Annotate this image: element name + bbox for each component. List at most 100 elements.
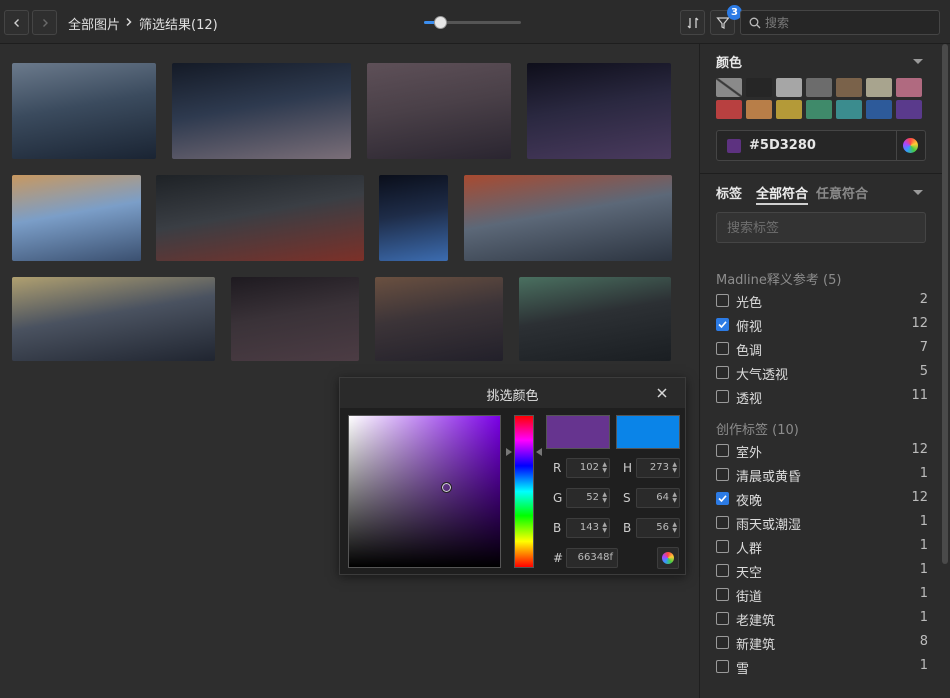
collapse-caret-icon[interactable] bbox=[913, 190, 923, 195]
red-input[interactable]: 102 ▲ ▼ bbox=[566, 458, 610, 478]
tag-label: 老建筑 bbox=[736, 614, 776, 629]
stepper-icon[interactable]: ▲ ▼ bbox=[672, 462, 677, 474]
tag-checkbox[interactable] bbox=[716, 564, 729, 577]
search-box[interactable] bbox=[740, 10, 940, 35]
tag-checkbox[interactable] bbox=[716, 318, 729, 331]
stepper-icon[interactable]: ▲ ▼ bbox=[602, 522, 607, 534]
tag-mode-all[interactable]: 全部符合 bbox=[756, 183, 809, 205]
color-wheel-icon[interactable] bbox=[903, 138, 918, 153]
hue-marker-right[interactable] bbox=[536, 448, 542, 456]
tag-checkbox[interactable] bbox=[716, 294, 729, 307]
gallery-image[interactable] bbox=[464, 175, 672, 261]
chevron-left-icon bbox=[13, 18, 19, 27]
tag-row[interactable]: 天空 1 bbox=[716, 561, 928, 581]
tag-search-input[interactable] bbox=[727, 220, 917, 237]
gallery-image[interactable] bbox=[379, 175, 448, 261]
color-swatch[interactable] bbox=[776, 78, 802, 97]
tag-row[interactable]: 透视 11 bbox=[716, 387, 928, 407]
back-button[interactable] bbox=[4, 10, 29, 35]
tag-checkbox[interactable] bbox=[716, 468, 729, 481]
hue-slider[interactable] bbox=[514, 415, 534, 568]
gallery-image[interactable] bbox=[519, 277, 671, 361]
breadcrumb-root[interactable]: 全部图片 bbox=[68, 14, 120, 33]
forward-button[interactable] bbox=[32, 10, 57, 35]
stepper-icon[interactable]: ▲ ▼ bbox=[672, 522, 677, 534]
tag-row[interactable]: 新建筑 8 bbox=[716, 633, 928, 653]
tag-row[interactable]: 清晨或黄昏 1 bbox=[716, 465, 928, 485]
green-input[interactable]: 52 ▲ ▼ bbox=[566, 488, 610, 508]
color-swatch[interactable] bbox=[716, 100, 742, 119]
gallery-image[interactable] bbox=[231, 277, 359, 361]
saturation-value-area[interactable] bbox=[348, 415, 501, 568]
blue-input[interactable]: 143 ▲ ▼ bbox=[566, 518, 610, 538]
original-color-preview[interactable] bbox=[616, 415, 680, 449]
tag-checkbox[interactable] bbox=[716, 612, 729, 625]
tag-row[interactable]: 街道 1 bbox=[716, 585, 928, 605]
gallery-image[interactable] bbox=[12, 63, 156, 159]
gallery-image[interactable] bbox=[375, 277, 503, 361]
stepper-icon[interactable]: ▲ ▼ bbox=[602, 462, 607, 474]
gallery-image[interactable] bbox=[172, 63, 351, 159]
color-swatch[interactable] bbox=[866, 78, 892, 97]
sidebar-scrollbar[interactable] bbox=[942, 44, 948, 564]
tag-row[interactable]: 大气透视 5 bbox=[716, 363, 928, 383]
collapse-caret-icon[interactable] bbox=[913, 59, 923, 64]
hue-input[interactable]: 273 ▲ ▼ bbox=[636, 458, 680, 478]
gallery-image[interactable] bbox=[527, 63, 671, 159]
sort-button[interactable] bbox=[680, 10, 705, 35]
color-swatch[interactable] bbox=[776, 100, 802, 119]
tag-checkbox[interactable] bbox=[716, 660, 729, 673]
tag-count: 11 bbox=[911, 388, 928, 403]
color-hex-field[interactable]: #5D3280 bbox=[716, 130, 926, 161]
tag-label: 雨天或潮湿 bbox=[736, 518, 802, 533]
gallery-image[interactable] bbox=[12, 175, 141, 261]
tag-row[interactable]: 老建筑 1 bbox=[716, 609, 928, 629]
tag-checkbox[interactable] bbox=[716, 588, 729, 601]
tag-checkbox[interactable] bbox=[716, 366, 729, 379]
color-swatch[interactable] bbox=[866, 100, 892, 119]
color-swatch[interactable] bbox=[896, 78, 922, 97]
close-icon[interactable] bbox=[656, 387, 668, 399]
color-swatch[interactable] bbox=[836, 100, 862, 119]
stepper-icon[interactable]: ▲ ▼ bbox=[602, 492, 607, 504]
tag-row[interactable]: 雨天或潮湿 1 bbox=[716, 513, 928, 533]
sv-picker-handle[interactable] bbox=[441, 482, 452, 493]
filter-icon bbox=[715, 16, 730, 29]
tag-checkbox[interactable] bbox=[716, 390, 729, 403]
tag-row[interactable]: 室外 12 bbox=[716, 441, 928, 461]
search-input[interactable] bbox=[765, 14, 935, 32]
tag-mode-any[interactable]: 任意符合 bbox=[816, 183, 868, 202]
color-swatch[interactable] bbox=[746, 78, 772, 97]
saturation-input[interactable]: 64 ▲ ▼ bbox=[636, 488, 680, 508]
gallery-image[interactable] bbox=[156, 175, 364, 261]
tag-search-box[interactable] bbox=[716, 212, 926, 243]
color-swatch[interactable] bbox=[806, 78, 832, 97]
gallery-image[interactable] bbox=[367, 63, 511, 159]
zoom-slider-handle[interactable] bbox=[433, 16, 447, 29]
color-swatch[interactable] bbox=[836, 78, 862, 97]
eyedropper-button[interactable] bbox=[657, 547, 679, 569]
tag-row[interactable]: 光色 2 bbox=[716, 291, 928, 311]
tag-row[interactable]: 雪1 bbox=[716, 657, 928, 677]
tag-checkbox[interactable] bbox=[716, 342, 729, 355]
hue-marker-left[interactable] bbox=[506, 448, 512, 456]
image-gallery bbox=[0, 44, 699, 698]
tag-checkbox[interactable] bbox=[716, 540, 729, 553]
color-swatch[interactable] bbox=[896, 100, 922, 119]
color-swatch[interactable] bbox=[806, 100, 832, 119]
tag-checkbox[interactable] bbox=[716, 516, 729, 529]
color-swatch[interactable] bbox=[746, 100, 772, 119]
color-swatch-none[interactable] bbox=[716, 78, 742, 97]
tag-row[interactable]: 夜晚 12 bbox=[716, 489, 928, 509]
tag-row[interactable]: 人群 1 bbox=[716, 537, 928, 557]
stepper-icon[interactable]: ▲ ▼ bbox=[672, 492, 677, 504]
tag-row[interactable]: 色调 7 bbox=[716, 339, 928, 359]
gallery-image[interactable] bbox=[12, 277, 215, 361]
zoom-slider[interactable] bbox=[424, 16, 521, 29]
brightness-input[interactable]: 56 ▲ ▼ bbox=[636, 518, 680, 538]
hex-input[interactable]: 66348f bbox=[566, 548, 618, 568]
tag-checkbox[interactable] bbox=[716, 636, 729, 649]
tag-checkbox[interactable] bbox=[716, 444, 729, 457]
tag-checkbox[interactable] bbox=[716, 492, 729, 505]
tag-row[interactable]: 俯视 12 bbox=[716, 315, 928, 335]
